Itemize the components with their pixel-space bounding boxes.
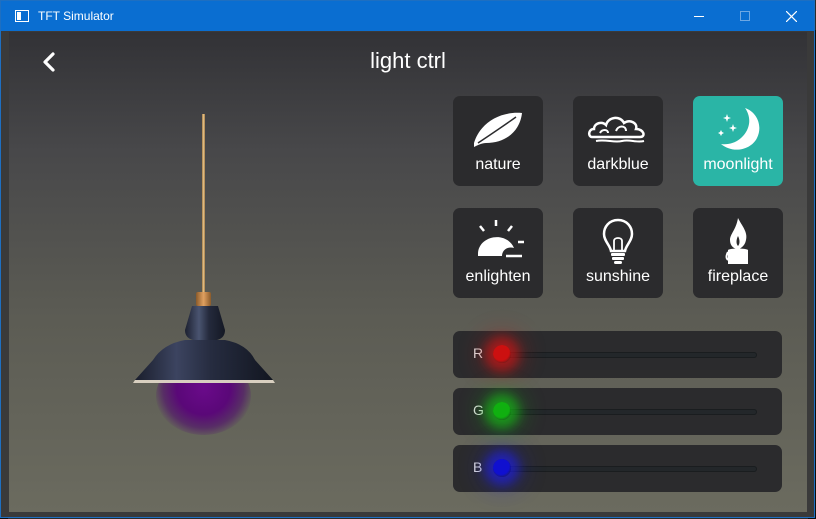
simulator-window: TFT Simulator light ctrl nature darkblue… [0,0,815,518]
lamp-cord [202,114,205,294]
scene-label: darkblue [587,156,649,173]
scene-fireplace[interactable]: fireplace [693,208,783,298]
slider-knob-green[interactable] [493,402,511,420]
scene-enlighten[interactable]: enlighten [453,208,543,298]
title-bar: TFT Simulator [1,1,814,31]
minimize-button[interactable] [676,1,722,31]
tft-screen: light ctrl nature darkblue moonlight enl… [9,32,807,512]
lamp-shade [133,306,275,383]
window-controls [676,1,814,31]
scene-darkblue[interactable]: darkblue [573,96,663,186]
maximize-button[interactable] [722,1,768,31]
moon-icon [718,108,760,150]
slider-red: R [453,331,782,378]
sunrise-icon [478,220,524,258]
close-button[interactable] [768,1,814,31]
window-title: TFT Simulator [38,9,114,23]
slider-label: B [473,459,483,475]
scene-nature[interactable]: nature [453,96,543,186]
minimize-icon [694,16,704,17]
lightbulb-icon [602,218,634,264]
slider-label: R [473,345,484,361]
scene-moonlight[interactable]: moonlight [693,96,783,186]
scene-label: enlighten [465,268,531,285]
slider-knob-blue[interactable] [493,459,511,477]
scene-label: nature [475,156,521,173]
slider-track[interactable] [501,352,757,358]
close-icon [785,10,797,22]
cloud-icon [588,116,645,143]
leaf-icon [474,112,522,147]
candle-icon [725,218,748,264]
app-window-icon [15,10,29,22]
scene-label: fireplace [707,268,769,285]
slider-track[interactable] [501,466,757,472]
page-title: light ctrl [370,48,446,73]
slider-track[interactable] [501,409,757,415]
slider-blue: B [453,445,782,492]
maximize-icon [740,11,750,21]
scene-label: sunshine [585,268,651,285]
slider-label: G [473,402,484,418]
slider-knob-red[interactable] [493,345,511,363]
slider-green: G [453,388,782,435]
scene-sunshine[interactable]: sunshine [573,208,663,298]
scene-label: moonlight [703,156,773,173]
